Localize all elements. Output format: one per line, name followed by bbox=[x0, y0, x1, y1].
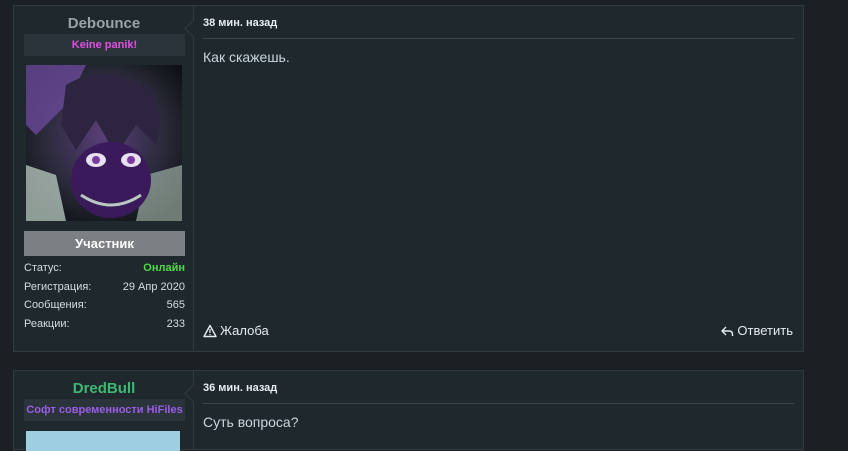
avatar-image bbox=[26, 65, 182, 221]
stat-messages: Сообщения: 565 bbox=[24, 296, 185, 315]
reply-button[interactable]: Ответить bbox=[720, 323, 793, 338]
post-content: 36 мин. назад Суть вопроса? bbox=[194, 371, 803, 449]
post-message: Как скажешь. bbox=[203, 49, 290, 65]
user-stats: Статус: Онлайн Регистрация: 29 Апр 2020 … bbox=[24, 259, 185, 333]
post-content: 38 мин. назад Как скажешь. Жалоба Ответи… bbox=[194, 6, 803, 351]
post-2: DredBull Софт современности HiFiles 36 м… bbox=[13, 370, 804, 451]
divider bbox=[203, 403, 794, 404]
reply-label: Ответить bbox=[737, 323, 793, 338]
stat-label: Регистрация: bbox=[24, 280, 92, 293]
post-time[interactable]: 38 мин. назад bbox=[203, 17, 277, 29]
stat-status: Статус: Онлайн bbox=[24, 259, 185, 278]
stat-reactions: Реакции: 233 bbox=[24, 315, 185, 334]
user-panel: Debounce Keine panik! Участник Статус: О… bbox=[14, 6, 194, 351]
stat-label: Статус: bbox=[24, 262, 62, 275]
post-message: Суть вопроса? bbox=[203, 414, 299, 430]
avatar[interactable] bbox=[26, 65, 182, 221]
username[interactable]: Debounce bbox=[14, 15, 194, 32]
avatar[interactable] bbox=[26, 431, 180, 451]
stat-label: Реакции: bbox=[24, 317, 70, 330]
divider bbox=[203, 38, 794, 39]
user-role-badge: Участник bbox=[24, 231, 185, 256]
reply-arrow-icon bbox=[720, 324, 734, 338]
user-title: Keine panik! bbox=[24, 34, 185, 56]
stat-value: 29 Апр 2020 bbox=[122, 280, 185, 293]
stat-value: 233 bbox=[166, 317, 185, 330]
stat-value: 565 bbox=[166, 299, 185, 312]
report-label: Жалоба bbox=[220, 323, 269, 338]
user-panel: DredBull Софт современности HiFiles bbox=[14, 371, 194, 451]
post-time[interactable]: 36 мин. назад bbox=[203, 382, 277, 394]
post-1: Debounce Keine panik! Участник Статус: О… bbox=[13, 5, 804, 352]
user-title: Софт современности HiFiles bbox=[24, 399, 185, 421]
stat-value: Онлайн bbox=[143, 262, 185, 275]
report-button[interactable]: Жалоба bbox=[203, 323, 269, 338]
stat-registration: Регистрация: 29 Апр 2020 bbox=[24, 278, 185, 297]
username[interactable]: DredBull bbox=[14, 380, 194, 397]
warning-triangle-icon bbox=[203, 324, 217, 338]
stat-label: Сообщения: bbox=[24, 299, 87, 312]
